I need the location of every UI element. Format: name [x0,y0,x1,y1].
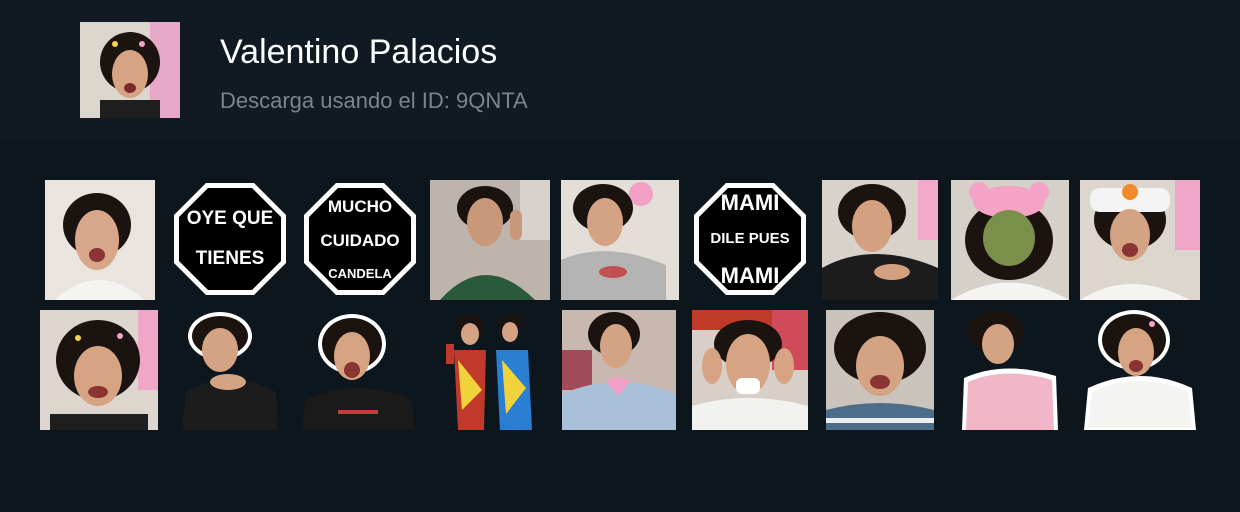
pack-header: Valentino Palacios Descarga usando el ID… [0,0,1240,140]
sticker-item[interactable] [960,310,1060,430]
sticker-item[interactable] [298,310,418,430]
sticker-stop-sign[interactable]: OYE QUE TIENES [172,181,288,297]
pack-avatar [80,22,180,118]
stop-sign-line: MAMI [720,190,780,216]
sticker-item[interactable] [951,180,1069,300]
sticker-item[interactable] [45,180,155,300]
pack-download-id: Descarga usando el ID: 9QNTA [220,88,528,113]
sticker-item[interactable] [180,310,280,430]
sticker-item[interactable] [1080,180,1200,300]
stop-sign-line: OYE QUE [186,208,274,230]
sticker-item[interactable] [692,310,808,430]
sticker-item[interactable] [561,180,679,300]
stop-sign-line: CUIDADO [320,231,400,251]
stop-sign-line: MAMI [720,262,780,288]
sticker-item[interactable] [562,310,676,430]
sticker-item[interactable] [40,310,158,430]
sticker-item[interactable] [1084,310,1196,430]
sticker-item[interactable] [440,310,540,430]
pack-title: Valentino Palacios [220,33,498,71]
stop-sign-line: MUCHO [327,196,393,216]
sticker-stop-sign[interactable]: MUCHO CUIDADO CANDELA [302,181,418,297]
stop-sign-line: CANDELA [328,265,392,281]
sticker-stop-sign[interactable]: MAMI DILE PUES MAMI [692,181,808,297]
sticker-item[interactable] [430,180,550,300]
sticker-item[interactable] [822,180,938,300]
stop-sign-line: TIENES [195,247,265,269]
sticker-item[interactable] [826,310,934,430]
stop-sign-line: DILE PUES [710,230,790,248]
